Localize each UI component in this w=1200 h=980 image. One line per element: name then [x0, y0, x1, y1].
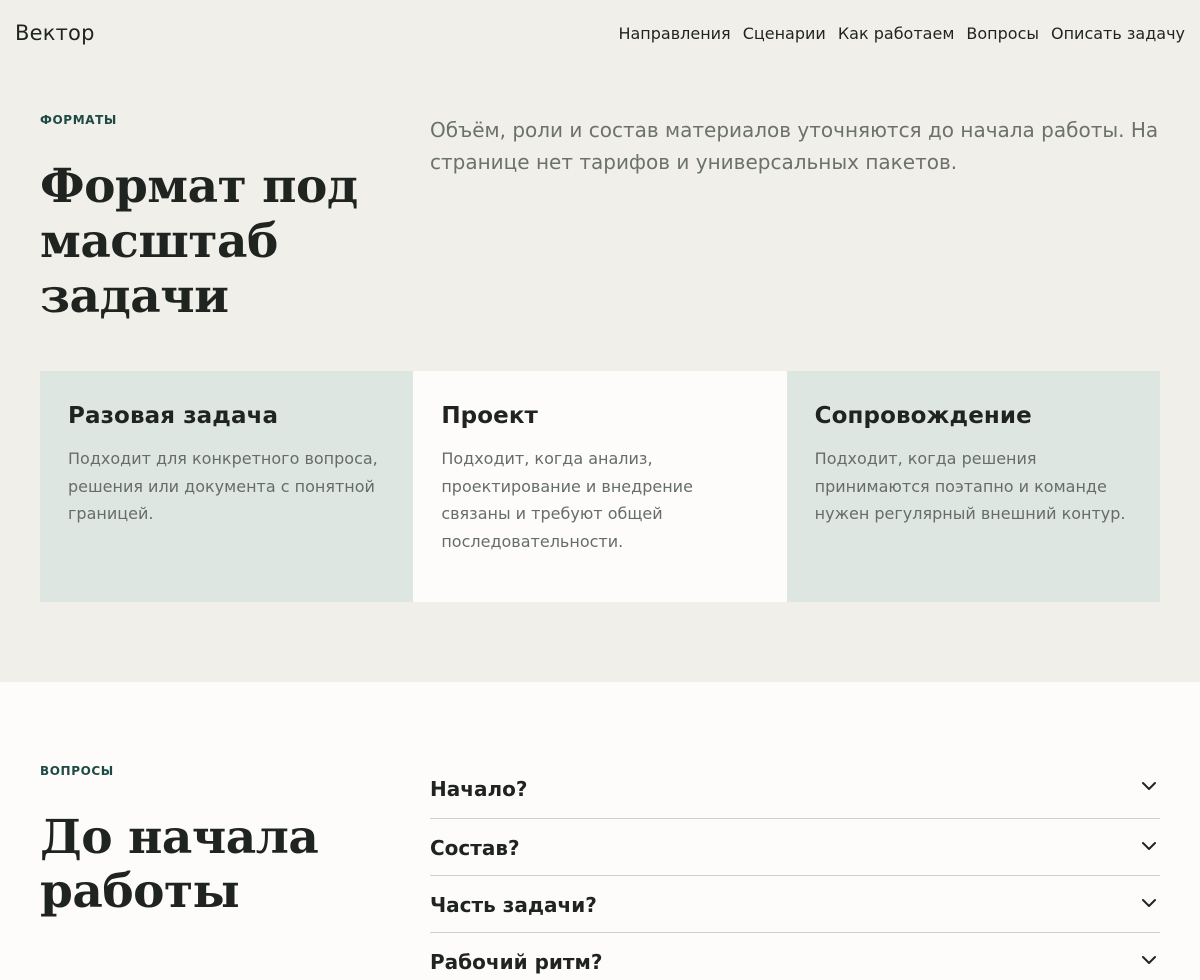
brand-logo[interactable]: Вектор	[15, 21, 95, 45]
faq-eyebrow: ВОПРОСЫ	[40, 764, 114, 778]
nav-link-scenarios[interactable]: Сценарии	[743, 24, 826, 43]
format-card-title: Сопровождение	[814, 403, 1032, 429]
faq-item-rhythm[interactable]: Рабочий ритм?	[430, 933, 1160, 980]
chevron-down-icon	[1142, 956, 1156, 964]
format-card-one-off: Разовая задача Подходит для конкретного …	[40, 371, 414, 602]
faq-section: ВОПРОСЫ До начала работы Начало? Состав?…	[0, 682, 1200, 980]
format-card-title: Проект	[441, 403, 538, 429]
format-card-text: Подходит для конкретного вопроса, решени…	[68, 449, 378, 523]
format-cards: Разовая задача Подходит для конкретного …	[40, 371, 1160, 602]
format-card-text: Подходит, когда анализ, проектирование и…	[441, 449, 693, 551]
faq-item-part-of-task[interactable]: Часть задачи?	[430, 876, 1160, 933]
faq-question: Начало?	[430, 777, 528, 801]
faq-question: Состав?	[430, 836, 520, 860]
site-header: Вектор Направления Сценарии Как работаем…	[0, 0, 1200, 70]
format-card-text: Подходит, когда решения принимаются поэт…	[814, 449, 1126, 523]
faq-item-scope[interactable]: Состав?	[430, 819, 1160, 876]
faq-item-start[interactable]: Начало?	[430, 762, 1160, 819]
faq-question: Часть задачи?	[430, 893, 597, 917]
nav-link-how-we-work[interactable]: Как работаем	[838, 24, 955, 43]
nav-link-questions[interactable]: Вопросы	[966, 24, 1039, 43]
format-card-support: Сопровождение Подходит, когда решения пр…	[786, 371, 1160, 602]
chevron-down-icon	[1142, 899, 1156, 907]
nav-link-directions[interactable]: Направления	[618, 24, 730, 43]
format-card-project: Проект Подходит, когда анализ, проектиро…	[413, 371, 787, 602]
formats-lead: Объём, роли и состав материалов уточняют…	[430, 118, 1159, 174]
faq-list: Начало? Состав? Часть задачи? Рабочий ри…	[430, 762, 1160, 980]
main-nav: Направления Сценарии Как работаем Вопрос…	[618, 24, 1185, 43]
nav-link-describe-task[interactable]: Описать задачу	[1051, 24, 1185, 43]
chevron-down-icon	[1142, 842, 1156, 850]
formats-eyebrow: ФОРМАТЫ	[40, 113, 117, 127]
formats-section: ФОРМАТЫ Формат под масштаб задачи Объём,…	[0, 70, 1200, 682]
faq-question: Рабочий ритм?	[430, 950, 603, 974]
format-card-title: Разовая задача	[68, 403, 279, 429]
faq-title: До начала работы	[40, 810, 319, 919]
chevron-down-icon	[1142, 782, 1156, 790]
formats-title: Формат под масштаб задачи	[40, 159, 358, 324]
